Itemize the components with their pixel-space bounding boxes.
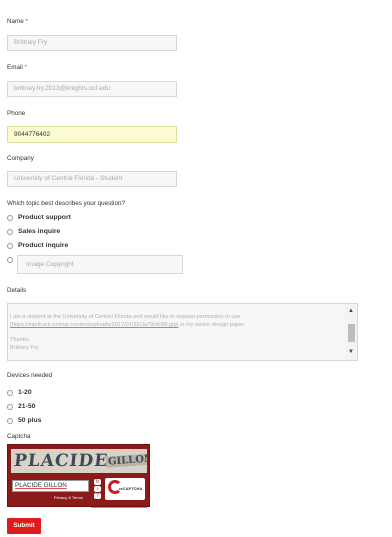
details-textarea[interactable]: I am a student at the University of Cent… [7,303,358,361]
email-label: Email * [7,64,27,71]
scroll-down-arrow-icon[interactable]: ▼ [347,349,355,355]
devices-option-50-plus[interactable]: 50 plus [7,417,41,424]
recaptcha-logo-text: reCAPTCHA [119,486,143,491]
devices-label: Devices needed [7,372,53,379]
topic-option-product-support[interactable]: Product support [7,214,71,221]
devices-option-21-50[interactable]: 21-50 [7,403,35,410]
topic-other-field[interactable]: Image Copyright [17,255,183,274]
captcha-image: PLACIDE GILLON [11,449,147,473]
name-label: Name * [7,18,28,25]
captcha-input[interactable]: PLACIDE GILLON [12,480,89,492]
topic-option-sales-inquire[interactable]: Sales inquire [7,228,60,235]
captcha-label: Captcha [7,433,31,440]
submit-button[interactable]: Submit [7,518,41,534]
captcha-controls: ↻ ♪ ? [94,479,101,499]
devices-option-1-20[interactable]: 1-20 [7,389,32,396]
radio-circle[interactable] [7,214,13,221]
captcha-word-2: GILLON [105,453,147,468]
details-label: Details [7,287,27,294]
name-field[interactable]: Brittney Fry [7,35,177,51]
scrollbar-thumb[interactable] [348,324,355,342]
radio-circle[interactable] [7,389,13,396]
refresh-icon[interactable]: ↻ [94,479,101,485]
email-field[interactable]: brittney.fry.2013@knights.ucf.edu [7,81,177,97]
help-icon[interactable]: ? [94,493,101,499]
radio-circle[interactable] [7,403,13,410]
radio-circle[interactable] [7,257,13,263]
captcha-widget: PLACIDE GILLON PLACIDE GILLON Privacy & … [7,444,150,507]
phone-field[interactable]: 9044776402 [7,126,177,143]
topic-label: Which topic best describes your question… [7,200,125,207]
captcha-underline [91,507,147,508]
radio-circle[interactable] [7,228,13,235]
company-field[interactable]: University of Central Florida - Student [7,171,177,187]
phone-label: Phone [7,110,26,117]
details-text: I am a student at the University of Cent… [10,314,246,351]
radio-circle[interactable] [7,417,13,424]
company-label: Company [7,155,34,162]
captcha-word-1: PLACIDE [12,451,110,471]
captcha-privacy-link[interactable]: Privacy & Terms [54,495,83,500]
topic-option-product-inquire[interactable]: Product inquire [7,242,68,249]
scroll-up-arrow-icon[interactable]: ▲ [347,308,355,314]
audio-icon[interactable]: ♪ [94,486,101,492]
details-scrollbar[interactable]: ▲ ▼ [345,304,357,360]
recaptcha-logo: reCAPTCHA [105,478,145,500]
radio-circle[interactable] [7,242,13,249]
